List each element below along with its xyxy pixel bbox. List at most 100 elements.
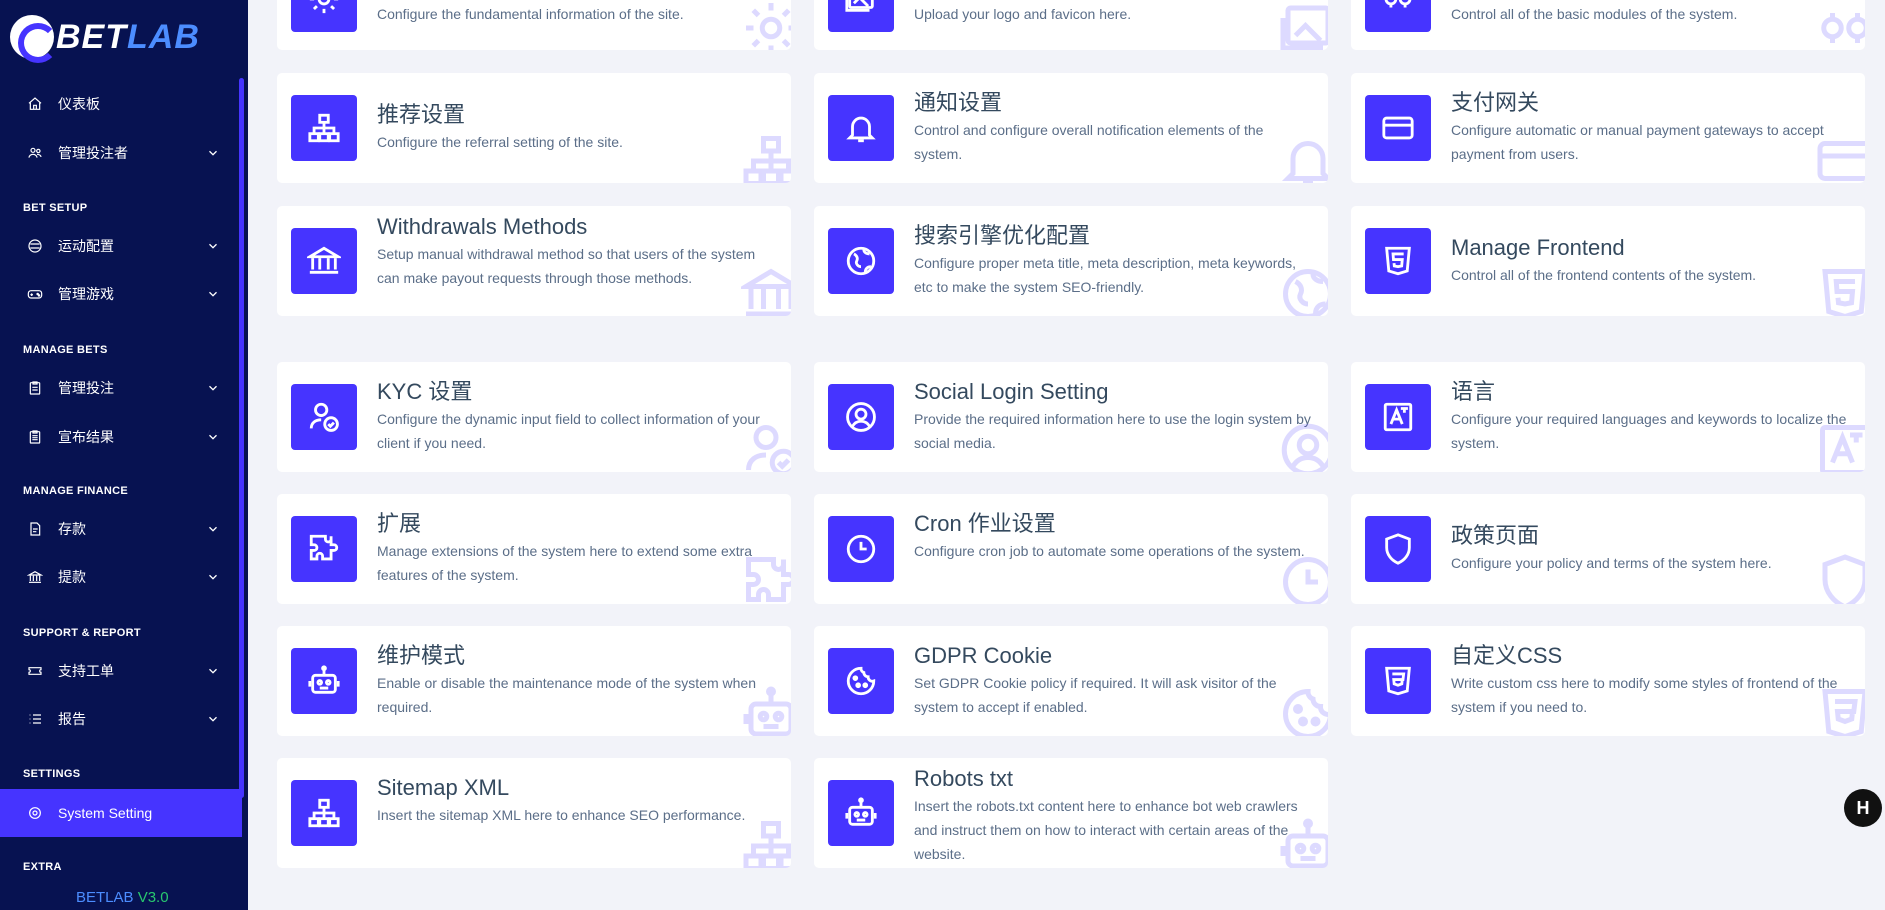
- sidebar-item-support-tickets[interactable]: 支持工单: [0, 647, 242, 695]
- settings-card[interactable]: 推荐设置 Configure the referral setting of th…: [277, 73, 791, 183]
- card-title: 语言: [1451, 379, 1496, 404]
- css3-watermark-icon: [1815, 684, 1865, 736]
- card-title: 支付网关: [1451, 90, 1540, 115]
- ticket-icon: [26, 662, 44, 680]
- settings-card[interactable]: 维护模式 Enable or disable the maintenance mo…: [277, 626, 791, 736]
- chevron-down-icon: [206, 381, 220, 395]
- sidebar-item-dashboard[interactable]: 仪表板: [0, 80, 242, 128]
- settings-card[interactable]: 搜索引擎优化配置 Configure proper meta title, met…: [814, 206, 1328, 316]
- settings-card[interactable]: 自定义CSS Write custom css here to modify so…: [1351, 626, 1865, 736]
- chevron-down-icon: [206, 287, 220, 301]
- shield-watermark-icon: [1815, 552, 1865, 604]
- puzzle-watermark-icon: [741, 552, 791, 604]
- card-description: Configure your policy and terms of the s…: [1451, 555, 1772, 571]
- settings-card[interactable]: 支付网关 Configure automatic or manual paymen…: [1351, 73, 1865, 183]
- sidebar-item-manage-bettors[interactable]: 管理投注者: [0, 129, 242, 177]
- card-description: Upload your logo and favicon here.: [914, 6, 1132, 22]
- brand-logo[interactable]: BETLAB: [10, 12, 200, 63]
- sidebar-item-manage-bets[interactable]: 管理投注: [0, 364, 242, 412]
- chevron-down-icon: [206, 146, 220, 160]
- clock-icon: [828, 516, 894, 582]
- sidebar-item-system-setting[interactable]: System Setting: [0, 789, 242, 837]
- section-header-extra: EXTRA: [23, 861, 62, 873]
- logo-mark-icon: [10, 15, 58, 63]
- card-description: Configure proper meta title, meta descri…: [914, 255, 1297, 295]
- chevron-down-icon: [206, 664, 220, 678]
- gamepad-icon: [26, 285, 44, 303]
- card-title: 自定义CSS: [1451, 643, 1563, 668]
- settings-card[interactable]: Robots txt Insert the robots.txt content …: [814, 758, 1328, 868]
- help-icon[interactable]: H: [1844, 789, 1882, 827]
- bank-icon: [291, 228, 357, 294]
- sitemap-icon: [291, 780, 357, 846]
- cookie-icon: [828, 648, 894, 714]
- sidebar-item-reports[interactable]: 报告: [0, 695, 242, 743]
- card-description: Insert the sitemap XML here to enhance S…: [377, 807, 746, 823]
- cookie-watermark-icon: [1278, 684, 1328, 736]
- card-title: 政策页面: [1451, 523, 1540, 548]
- list-icon: [26, 710, 44, 728]
- settings-card[interactable]: Control all of the basic modules of the …: [1351, 0, 1865, 50]
- bank-watermark-icon: [741, 264, 791, 316]
- shield-icon: [1365, 516, 1431, 582]
- sidebar-item-label: 仪表板: [58, 96, 100, 112]
- home-icon: [26, 95, 44, 113]
- settings-card[interactable]: Cron 作业设置 Configure cron job to automate …: [814, 494, 1328, 604]
- settings-card[interactable]: Configure the fundamental information of…: [277, 0, 791, 50]
- settings-card[interactable]: KYC 设置 Configure the dynamic input field …: [277, 362, 791, 472]
- settings-card[interactable]: Withdrawals Methods Setup manual withdraw…: [277, 206, 791, 316]
- card-description: Set GDPR Cookie policy if required. It w…: [914, 675, 1277, 715]
- card-title: 搜索引擎优化配置: [914, 223, 1091, 248]
- card-title: Social Login Setting: [914, 379, 1109, 404]
- sidebar-item-label: System Setting: [58, 805, 153, 821]
- sidebar-item-label: 管理投注: [58, 380, 114, 396]
- sidebar-item-withdrawals[interactable]: 提款: [0, 553, 242, 601]
- sidebar-item-declare-results[interactable]: 宣布结果: [0, 413, 242, 461]
- deposit-icon: [26, 520, 44, 538]
- settings-card[interactable]: Sitemap XML Insert the sitemap XML here t…: [277, 758, 791, 868]
- chevron-down-icon: [206, 570, 220, 584]
- sidebar-item-label: 管理游戏: [58, 286, 114, 302]
- sidebar-item-label: 存款: [58, 521, 86, 537]
- sidebar-item-label: 宣布结果: [58, 429, 114, 445]
- sidebar-item-manage-games[interactable]: 管理游戏: [0, 270, 242, 318]
- cogs-icon: [1365, 0, 1431, 32]
- settings-card[interactable]: Social Login Setting Provide the required…: [814, 362, 1328, 472]
- settings-card[interactable]: 语言 Configure your required languages and …: [1351, 362, 1865, 472]
- sidebar-item-sport-config[interactable]: 运动配置: [0, 222, 242, 270]
- chevron-down-icon: [206, 712, 220, 726]
- settings-card[interactable]: 政策页面 Configure your policy and terms of t…: [1351, 494, 1865, 604]
- robot-icon: [291, 648, 357, 714]
- sitemap-watermark-icon: [741, 131, 791, 183]
- sidebar-item-deposits[interactable]: 存款: [0, 505, 242, 553]
- settings-card[interactable]: GDPR Cookie Set GDPR Cookie policy if req…: [814, 626, 1328, 736]
- chevron-down-icon: [206, 430, 220, 444]
- settings-card[interactable]: Manage Frontend Control all of the fronte…: [1351, 206, 1865, 316]
- chevron-down-icon: [206, 522, 220, 536]
- settings-card[interactable]: Upload your logo and favicon here.: [814, 0, 1328, 50]
- brand-part1: BET: [56, 17, 127, 56]
- image-watermark-icon: [1278, 0, 1328, 50]
- cogs-watermark-icon: [1815, 0, 1865, 50]
- language-watermark-icon: [1815, 420, 1865, 472]
- user-circle-icon: [828, 384, 894, 450]
- card-description: Configure your required languages and ke…: [1451, 411, 1847, 451]
- sitemap-icon: [291, 95, 357, 161]
- card-title: Sitemap XML: [377, 775, 510, 800]
- bank-icon: [26, 568, 44, 586]
- card-description: Manage extensions of the system here to …: [377, 543, 753, 583]
- css3-icon: [1365, 648, 1431, 714]
- card-title: 扩展: [377, 511, 422, 536]
- settings-card[interactable]: 通知设置 Control and configure overall notifi…: [814, 73, 1328, 183]
- gear-watermark-icon: [741, 0, 791, 50]
- credit-card-icon: [1365, 95, 1431, 161]
- sidebar-scrollbar[interactable]: [239, 78, 244, 798]
- sidebar-item-label: 报告: [58, 711, 86, 727]
- settings-card[interactable]: 扩展 Manage extensions of the system here t…: [277, 494, 791, 604]
- sitemap-watermark-icon: [741, 816, 791, 868]
- section-header-manage-finance: MANAGE FINANCE: [23, 485, 129, 497]
- card-title: 通知设置: [914, 90, 1003, 115]
- card-description: Configure the dynamic input field to col…: [377, 411, 760, 451]
- card-description: Write custom css here to modify some sty…: [1451, 675, 1838, 715]
- clock-watermark-icon: [1278, 552, 1328, 604]
